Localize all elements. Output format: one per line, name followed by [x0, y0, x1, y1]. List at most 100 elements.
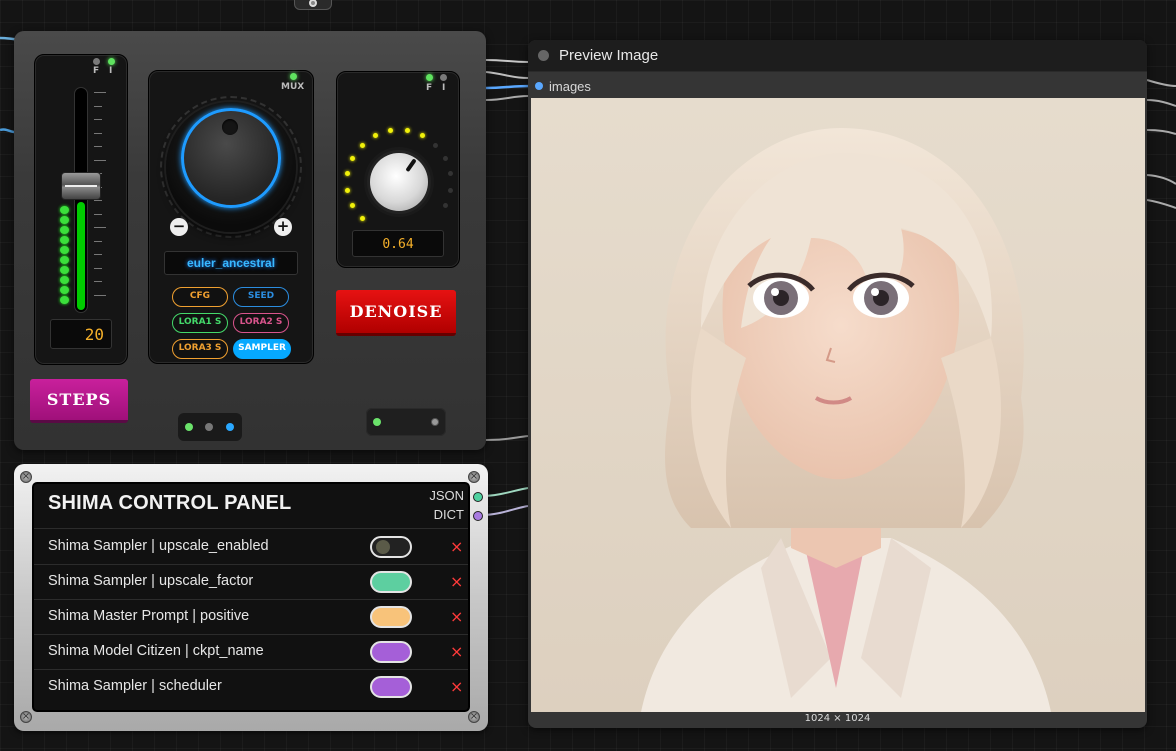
row-divider [34, 669, 468, 670]
tick-mark [94, 132, 102, 134]
level-led [60, 226, 69, 234]
remove-row-icon[interactable]: × [450, 537, 463, 556]
tick-mark [94, 227, 106, 228]
sampler-pill[interactable]: SAMPLER [233, 339, 291, 359]
level-led [60, 216, 69, 224]
steps-slider-fill [77, 202, 85, 310]
f-indicator-led [426, 74, 433, 81]
mux-label: MUX [281, 82, 305, 92]
remove-row-icon[interactable]: × [450, 642, 463, 661]
tick-mark [94, 105, 102, 107]
remove-row-icon[interactable]: × [450, 572, 463, 591]
json-output-label: JSON [429, 488, 464, 503]
i-indicator-led [440, 74, 447, 81]
status-dot [431, 418, 439, 426]
lora3-strength-pill[interactable]: LORA3 S [172, 339, 228, 359]
dict-output-socket[interactable] [473, 511, 483, 521]
mux-increment-button[interactable]: + [274, 218, 292, 236]
level-led [60, 286, 69, 294]
collapsed-node[interactable] [294, 0, 332, 10]
row-divider [34, 599, 468, 600]
level-led [60, 266, 69, 274]
screw-icon: × [20, 471, 32, 483]
tick-mark [94, 267, 102, 269]
panel-title: SHIMA CONTROL PANEL [48, 492, 292, 514]
remove-row-icon[interactable]: × [450, 607, 463, 626]
row-toggle[interactable] [370, 536, 412, 558]
screw-icon: × [468, 471, 480, 483]
f-indicator-led [93, 58, 100, 65]
mux-decrement-button[interactable]: − [170, 218, 188, 236]
row-toggle[interactable] [370, 676, 412, 698]
images-input-label: images [549, 79, 591, 94]
sampler-name-display: euler_ancestral [164, 251, 298, 275]
tick-mark [94, 294, 106, 296]
row-label: Shima Sampler | upscale_enabled [48, 538, 269, 554]
level-led [442, 155, 448, 161]
lora2-strength-pill[interactable]: LORA2 S [233, 313, 289, 333]
row-label: Shima Sampler | upscale_factor [48, 573, 254, 589]
lora1-strength-pill[interactable]: LORA1 S [172, 313, 228, 333]
tick-mark [94, 119, 102, 120]
level-led [345, 187, 351, 193]
level-led [60, 246, 69, 254]
level-led [359, 142, 365, 148]
toggle-switch[interactable] [366, 408, 446, 436]
status-dot [205, 423, 213, 431]
row-toggle[interactable] [370, 641, 412, 663]
status-dot [373, 418, 381, 426]
level-led [60, 236, 69, 244]
level-led [447, 187, 453, 193]
screw-icon: × [20, 711, 32, 723]
row-label: Shima Sampler | scheduler [48, 678, 222, 694]
tick-mark [94, 281, 102, 282]
seed-pill[interactable]: SEED [233, 287, 289, 307]
input-socket[interactable] [535, 82, 543, 90]
status-dot [185, 423, 193, 431]
tick-mark [94, 92, 106, 93]
level-led [60, 206, 69, 214]
toggle-knob [376, 540, 390, 554]
level-led [404, 128, 410, 134]
level-led [60, 276, 69, 284]
denoise-value-display: 0.64 [352, 230, 444, 257]
anime-portrait-image [531, 98, 1145, 712]
i-indicator-led [108, 58, 115, 65]
level-led [359, 216, 365, 222]
i-label: I [442, 83, 446, 93]
preview-image [531, 98, 1145, 712]
cfg-pill[interactable]: CFG [172, 287, 228, 307]
remove-row-icon[interactable]: × [450, 677, 463, 696]
row-label: Shima Model Citizen | ckpt_name [48, 643, 264, 659]
denoise-knob[interactable] [370, 153, 428, 211]
tick-mark [94, 254, 102, 255]
tick-mark [94, 213, 102, 215]
circle-dot-icon [309, 0, 317, 7]
f-label: F [426, 83, 433, 93]
steps-button[interactable]: STEPS [30, 379, 128, 423]
screw-icon: × [468, 711, 480, 723]
level-led [442, 203, 448, 209]
row-toggle[interactable] [370, 571, 412, 593]
dict-output-label: DICT [433, 507, 464, 522]
denoise-button[interactable]: DENOISE [336, 290, 456, 336]
level-led [60, 256, 69, 264]
node-title: Preview Image [559, 47, 659, 64]
tick-mark [94, 240, 102, 242]
image-dimensions: 1024 × 1024 [804, 713, 871, 724]
f-label: F [93, 66, 100, 76]
level-led [60, 296, 69, 304]
json-output-socket[interactable] [473, 492, 483, 502]
mux-indicator-led [290, 73, 297, 80]
i-label: I [109, 66, 113, 76]
tick-mark [94, 159, 106, 161]
mux-knob-indicator [222, 119, 238, 135]
tick-mark [94, 146, 102, 147]
collapse-dot-icon[interactable] [538, 50, 549, 61]
row-divider [34, 634, 468, 635]
steps-value-display: 20 [50, 319, 112, 349]
steps-slider-handle[interactable] [61, 172, 101, 200]
row-toggle[interactable] [370, 606, 412, 628]
status-dot [226, 423, 234, 431]
row-divider [34, 564, 468, 565]
